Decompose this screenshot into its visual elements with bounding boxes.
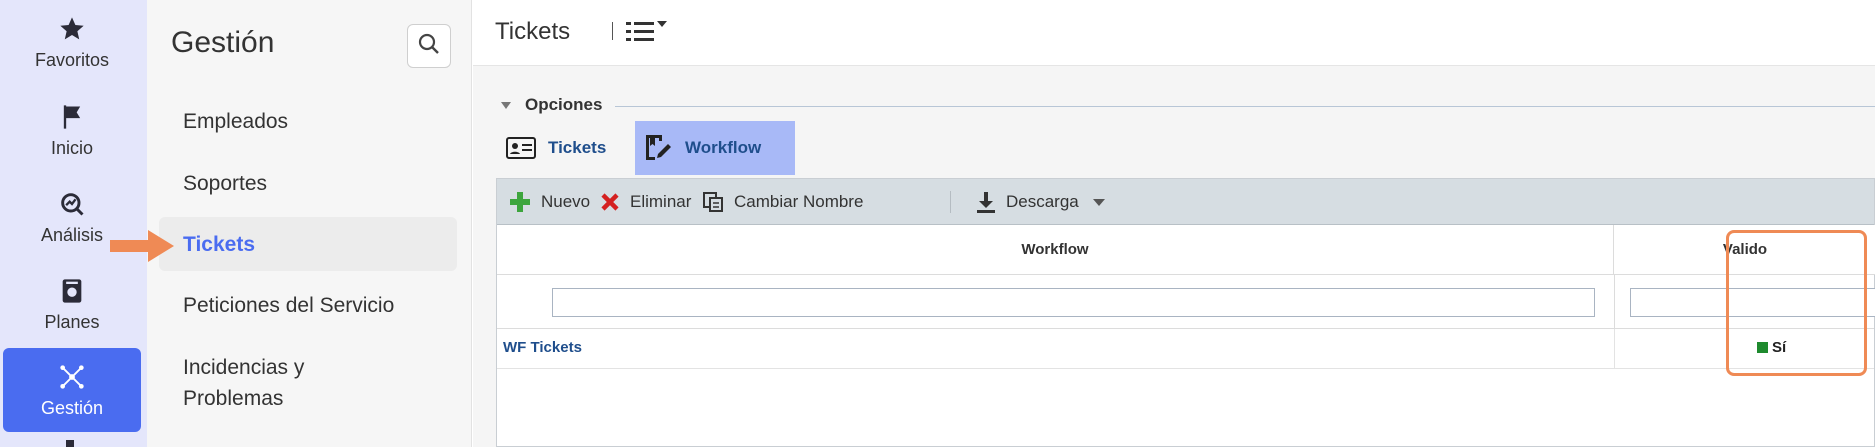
rail-item-gestion[interactable]: Gestión — [3, 348, 141, 432]
annotation-highlight-box — [1726, 230, 1867, 376]
rail-label: Inicio — [50, 137, 94, 158]
filter-row — [497, 275, 1875, 329]
subnav-title: Gestión — [171, 26, 275, 59]
rename-button[interactable]: Cambiar Nombre — [702, 189, 863, 215]
main-content: Tickets Opciones Tickets Workflow Nuevo … — [473, 0, 1875, 447]
id-card-icon — [506, 137, 536, 159]
subnav-item-label: Tickets — [183, 232, 255, 256]
toolbar-divider — [950, 191, 951, 213]
icon-rail: Favoritos Inicio Análisis Planes Gestión — [0, 0, 147, 447]
view-toggle-button[interactable] — [624, 16, 672, 48]
workflow-filter-input[interactable] — [552, 288, 1595, 317]
workflow-link[interactable]: WF Tickets — [503, 339, 582, 356]
page-title: Tickets — [495, 18, 571, 45]
title-divider — [612, 22, 613, 40]
tab-workflow[interactable]: Workflow — [635, 121, 795, 175]
list-view-icon — [624, 21, 672, 52]
tab-label: Tickets — [548, 138, 607, 157]
flag-icon — [57, 102, 87, 132]
plus-icon — [509, 191, 531, 213]
network-icon — [57, 362, 87, 392]
chevron-down-icon — [1092, 198, 1105, 206]
table-row[interactable]: WF Tickets Sí — [497, 329, 1874, 369]
subnav-item-empleados[interactable]: Empleados — [183, 106, 288, 137]
rail-more-icon — [66, 440, 74, 447]
rail-label: Favoritos — [34, 49, 110, 70]
rail-item-inicio[interactable]: Inicio — [3, 88, 141, 172]
search-button[interactable] — [407, 24, 451, 68]
rename-icon — [702, 191, 724, 213]
search-icon — [417, 32, 441, 61]
new-label: Nuevo — [541, 192, 591, 211]
rail-item-planes[interactable]: Planes — [3, 262, 141, 346]
workflow-grid: Nuevo Eliminar Cambiar Nombre Descarga W… — [496, 178, 1875, 447]
plans-icon — [57, 276, 87, 306]
rail-item-favoritos[interactable]: Favoritos — [3, 0, 141, 84]
grid-toolbar: Nuevo Eliminar Cambiar Nombre Descarga — [497, 179, 1874, 225]
rail-label: Gestión — [40, 397, 104, 418]
delete-button[interactable]: Eliminar — [600, 189, 691, 215]
rename-label: Cambiar Nombre — [734, 192, 864, 211]
options-label: Opciones — [525, 95, 603, 114]
column-header-workflow[interactable]: Workflow — [497, 225, 1614, 275]
collapse-triangle-icon — [501, 101, 511, 109]
top-bar: Tickets — [473, 0, 1875, 66]
tab-tickets[interactable]: Tickets — [506, 121, 626, 175]
subnav-item-incidencias[interactable]: Incidencias y Problemas — [183, 352, 353, 414]
tab-label: Workflow — [685, 138, 762, 157]
column-divider — [1614, 275, 1615, 329]
new-button[interactable]: Nuevo — [509, 189, 590, 215]
options-divider — [615, 106, 1875, 107]
options-toggle[interactable]: Opciones — [501, 95, 602, 115]
star-icon — [57, 14, 87, 44]
close-icon — [600, 192, 620, 212]
analysis-icon — [57, 189, 87, 219]
secondary-nav: Gestión Empleados Soportes Tickets Petic… — [147, 0, 472, 447]
annotation-arrow-icon — [108, 228, 176, 264]
delete-label: Eliminar — [630, 192, 692, 211]
workflow-edit-icon — [643, 133, 673, 163]
rail-label: Planes — [44, 311, 100, 332]
subnav-item-tickets[interactable]: Tickets — [159, 217, 457, 271]
download-dropdown[interactable]: Descarga — [976, 189, 1105, 215]
download-icon — [976, 191, 996, 213]
column-divider — [1614, 329, 1615, 369]
subnav-item-peticiones[interactable]: Peticiones del Servicio — [183, 290, 394, 321]
rail-label: Análisis — [40, 224, 104, 245]
subnav-item-soportes[interactable]: Soportes — [183, 168, 267, 199]
download-label: Descarga — [1006, 192, 1079, 211]
